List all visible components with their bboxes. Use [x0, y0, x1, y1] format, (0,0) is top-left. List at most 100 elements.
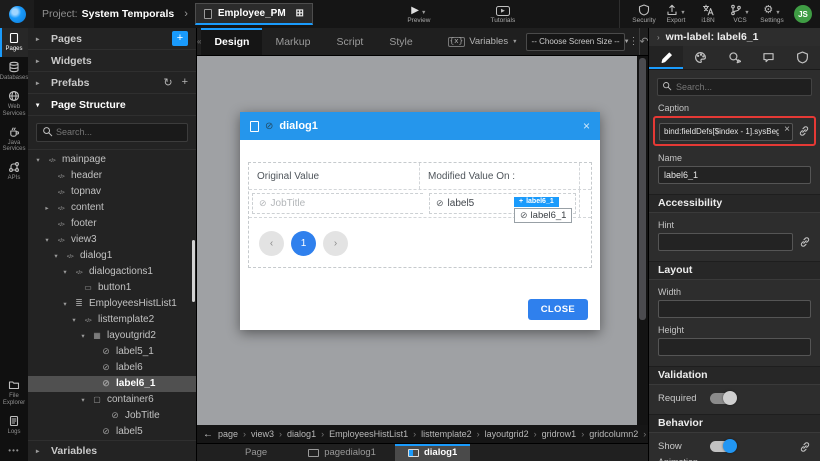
add-prefab-button[interactable]: + — [182, 76, 188, 89]
i18n-button[interactable]: i18N — [692, 0, 724, 28]
rail-item-web-services[interactable]: Web Services — [0, 86, 28, 122]
preview-button[interactable]: ▶▼ Preview — [403, 0, 435, 28]
tree-node[interactable]: EmployeesHistList1 — [28, 296, 196, 312]
breadcrumb-item[interactable]: view3 — [251, 429, 282, 439]
widget-marker-icon: ⊘ — [259, 198, 267, 209]
breadcrumb-item[interactable]: listtemplate2 — [421, 429, 480, 439]
tree-node[interactable]: button1 — [28, 280, 196, 296]
height-input[interactable] — [658, 338, 811, 356]
breadcrumb-item[interactable]: dialog1 — [287, 429, 324, 439]
tab-pagedialog1[interactable]: pagedialog1 — [295, 444, 389, 461]
breadcrumb-item[interactable]: EmployeesHistList1 — [329, 429, 416, 439]
hint-input[interactable] — [658, 233, 793, 251]
breadcrumb-item[interactable]: page — [218, 429, 246, 439]
breadcrumb-item[interactable]: gridcolumn2 — [589, 429, 646, 439]
tree-node[interactable]: layoutgrid2 — [28, 328, 196, 344]
tree-node[interactable]: footer — [28, 216, 196, 232]
properties-search-input[interactable] — [657, 78, 812, 96]
section-page-structure[interactable]: ▾ Page Structure — [28, 94, 196, 116]
canvas-scrollbar[interactable] — [637, 56, 648, 425]
bind-link-icon[interactable] — [799, 441, 811, 453]
col-header-modified-value[interactable]: Modified Value On : — [420, 163, 579, 189]
open-page-tab[interactable]: Employee_PM ⊞ — [195, 3, 313, 25]
breadcrumb-item[interactable]: layoutgrid2 — [485, 429, 537, 439]
add-page-button[interactable]: + — [172, 31, 188, 46]
tab-properties[interactable] — [649, 46, 683, 69]
tab-security[interactable] — [786, 46, 820, 69]
tab-markup[interactable]: Markup — [262, 28, 323, 55]
tree-node[interactable]: label5 — [28, 424, 196, 440]
canvas-scrollbar-thumb[interactable] — [639, 58, 646, 320]
name-input[interactable] — [658, 166, 811, 184]
section-prefabs[interactable]: ▸ Prefabs ↻+ — [28, 72, 196, 94]
user-avatar[interactable]: JS — [794, 5, 812, 23]
tree-node-selected[interactable]: label6_1 — [28, 376, 196, 392]
chevron-right-icon[interactable]: › — [657, 33, 660, 42]
rail-item-pages[interactable]: Pages — [0, 28, 28, 57]
tree-node[interactable]: mainpage — [28, 152, 196, 168]
dialog-close-icon[interactable]: × — [583, 119, 590, 133]
dialog-header[interactable]: ⊘ dialog1 × — [240, 112, 600, 140]
export-button[interactable]: ▼ Export — [660, 0, 692, 28]
rail-item-apis[interactable]: APIs — [0, 157, 28, 186]
tree-node[interactable]: container6 — [28, 392, 196, 408]
left-panel-scrollbar[interactable] — [192, 240, 195, 302]
back-arrow-icon[interactable]: ← — [203, 429, 213, 440]
app-logo[interactable] — [0, 0, 34, 28]
width-input[interactable] — [658, 300, 811, 318]
clear-binding-icon[interactable]: × — [784, 124, 790, 136]
tree-node[interactable]: dialogactions1 — [28, 264, 196, 280]
jobtitle-cell[interactable]: ⊘ JobTitle — [252, 193, 423, 214]
tab-script[interactable]: Script — [323, 28, 376, 55]
page-switcher-icon[interactable]: ⊞ — [295, 8, 303, 19]
close-button[interactable]: CLOSE — [528, 299, 588, 320]
required-toggle[interactable] — [710, 393, 736, 404]
tab-events[interactable] — [752, 46, 786, 69]
tutorials-button[interactable]: ▶ Tutorials — [487, 0, 519, 28]
vcs-button[interactable]: ▼ VCS — [724, 0, 756, 28]
bind-link-icon[interactable] — [799, 236, 811, 248]
section-widgets[interactable]: ▸ Widgets — [28, 50, 196, 72]
variables-dropdown[interactable]: {x} Variables ▼ — [448, 28, 518, 55]
page-number-button[interactable]: 1 — [291, 231, 316, 256]
security-button[interactable]: Security — [628, 0, 660, 28]
tab-inspect[interactable] — [717, 46, 751, 69]
rail-item-file-explorer[interactable]: File Explorer — [0, 375, 28, 411]
tree-node[interactable]: header — [28, 168, 196, 184]
breadcrumb-item[interactable]: gridrow1 — [542, 429, 585, 439]
next-page-button[interactable]: › — [323, 231, 348, 256]
settings-button[interactable]: ⚙▼ Settings — [756, 0, 788, 28]
dialog-preview[interactable]: ⊘ dialog1 × Original Value Modified Valu… — [240, 112, 600, 330]
refresh-icon[interactable]: ↻ — [163, 76, 172, 89]
selected-widget-chip[interactable]: ⊘label6_1 — [514, 208, 572, 223]
tree-node[interactable]: topnav — [28, 184, 196, 200]
rail-item-databases[interactable]: Databases — [0, 57, 28, 86]
design-canvas[interactable]: ⊘ dialog1 × Original Value Modified Valu… — [197, 56, 648, 425]
selection-badge[interactable]: +label6_1 — [514, 197, 559, 207]
bind-link-icon[interactable] — [798, 125, 810, 137]
tree-node[interactable]: label5_1 — [28, 344, 196, 360]
tree-node[interactable]: listtemplate2 — [28, 312, 196, 328]
section-variables[interactable]: ▸ Variables — [28, 440, 196, 461]
screen-size-select[interactable]: -- Choose Screen Size -- ▼ — [526, 33, 625, 51]
tree-node[interactable]: label6 — [28, 360, 196, 376]
tree-node[interactable]: dialog1 — [28, 248, 196, 264]
tree-node[interactable]: JobTitle — [28, 408, 196, 424]
tab-style[interactable]: Style — [376, 28, 425, 55]
col-header-original-value[interactable]: Original Value — [249, 163, 420, 189]
rail-more-icon[interactable]: ••• — [0, 440, 28, 461]
tab-dialog1[interactable]: dialog1 — [395, 444, 470, 461]
section-pages[interactable]: ▸ Pages + — [28, 28, 196, 50]
show-toggle[interactable] — [710, 441, 736, 452]
tab-design[interactable]: Design — [201, 28, 262, 55]
more-options-icon[interactable]: ⋮ — [629, 28, 640, 55]
tab-styles[interactable] — [683, 46, 717, 69]
tree-node[interactable]: view3 — [28, 232, 196, 248]
preview-label: Preview — [407, 17, 430, 24]
tree-search-input[interactable] — [36, 123, 188, 142]
prev-page-button[interactable]: ‹ — [259, 231, 284, 256]
rail-item-logs[interactable]: Logs — [0, 411, 28, 440]
rail-item-java-services[interactable]: Java Services — [0, 122, 28, 158]
tree-node[interactable]: content — [28, 200, 196, 216]
caption-input[interactable] — [659, 123, 793, 141]
